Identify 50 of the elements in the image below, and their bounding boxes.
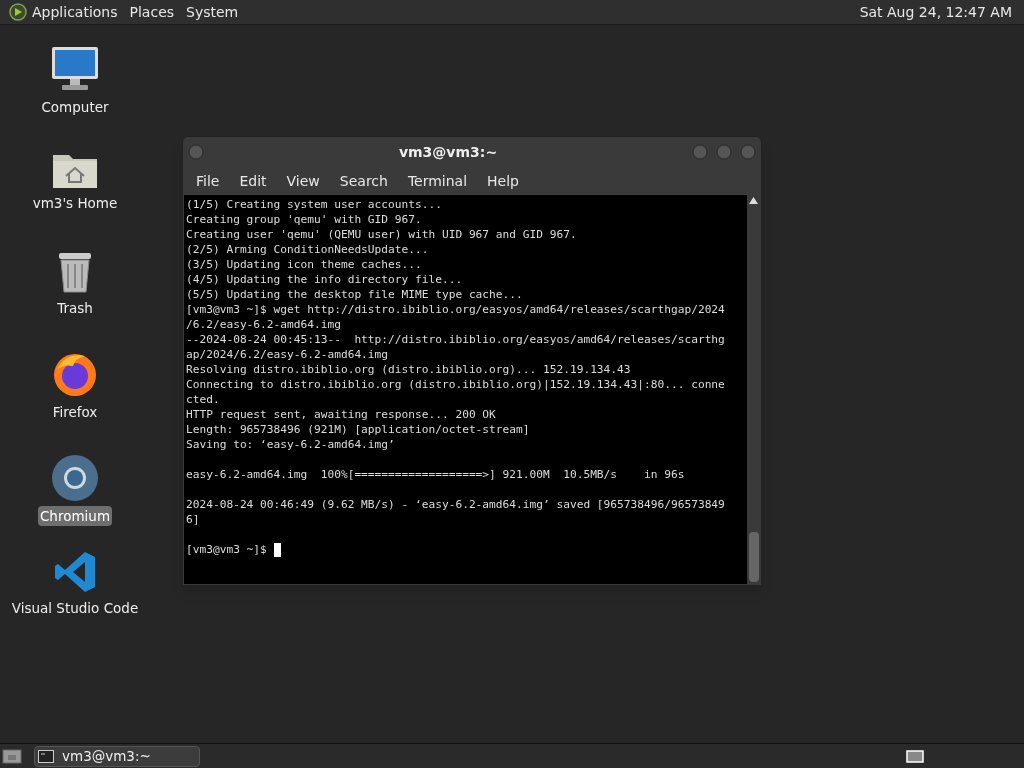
show-desktop-icon[interactable] — [2, 748, 22, 764]
monitor-icon[interactable] — [50, 45, 100, 93]
scroll-thumb[interactable] — [748, 532, 759, 582]
terminal-line: (2/5) Arming ConditionNeedsUpdate... — [186, 242, 430, 257]
menu-item[interactable]: File — [187, 170, 229, 192]
terminal-line: [vm3@vm3 ~]$ wget http://distro.ibiblio.org/easyos/amd64/releases/scarthgap/2024 — [186, 302, 726, 317]
terminal-line: cted. — [186, 392, 221, 407]
menu-item[interactable]: Help — [478, 170, 528, 192]
terminal-line: 6] — [186, 512, 201, 527]
panel-menu[interactable]: Places — [129, 1, 175, 23]
menu-item[interactable]: View — [277, 170, 329, 192]
clock[interactable]: Sat Aug 24, 12:47 AM — [859, 1, 1016, 23]
terminal-icon — [38, 749, 54, 763]
scroll-up-icon[interactable] — [749, 197, 758, 204]
terminal-line: Length: 965738496 (921M) [application/octet-stream] — [186, 422, 531, 437]
terminal-line: 2024-08-24 00:46:49 (9.62 MB/s) - ‘easy-6.2-amd64.img’ saved [965738496/96573849 — [186, 497, 726, 512]
terminal-line: (5/5) Updating the desktop file MIME type cache... — [186, 287, 524, 302]
terminal-line: Resolving distro.ibiblio.org (distro.ibiblio.org)... 152.19.134.43 — [186, 362, 632, 377]
window-title: vm3@vm3:~ — [398, 142, 498, 162]
menu-item[interactable]: Terminal — [398, 170, 477, 192]
terminal-prompt: [vm3@vm3 ~]$ — [186, 542, 267, 557]
menu-item[interactable]: Search — [330, 170, 397, 192]
vscode-icon[interactable] — [53, 550, 97, 595]
scrollbar[interactable] — [747, 195, 760, 584]
terminal-line: Creating user 'qemu' (QEMU user) with UID 967 and GID 967. — [186, 227, 578, 242]
terminal-line: Creating group 'qemu' with GID 967. — [186, 212, 423, 227]
terminal-line: --2024-08-24 00:45:13-- http://distro.ibiblio.org/easyos/amd64/releases/scarthg — [186, 332, 726, 347]
desktop-icon-label[interactable]: Firefox — [50, 401, 100, 422]
terminal-line: (1/5) Creating system user accounts... — [186, 197, 443, 212]
terminal-line: HTTP request sent, awaiting response... 200 OK — [186, 407, 497, 422]
desktop-icon-label[interactable]: Trash — [55, 297, 95, 318]
terminal-line: ap/2024/6.2/easy-6.2-amd64.img — [186, 347, 390, 362]
panel-menu[interactable]: System — [186, 1, 239, 23]
text-cursor — [273, 542, 281, 557]
panel-menu[interactable]: Applications — [32, 1, 118, 23]
menu-item[interactable]: Edit — [230, 170, 276, 192]
terminal-line: (3/5) Updating icon theme caches... — [186, 257, 423, 272]
desktop-icon-label[interactable]: vm3's Home — [30, 193, 120, 214]
terminal-line: Connecting to distro.ibiblio.org (distro.ibiblio.org)|152.19.134.43|:80... conne — [186, 377, 726, 392]
terminal-line: easy-6.2-amd64.img 100%[===================>] 921.00M 10.5MB/s in 96s — [186, 467, 686, 482]
taskbar-button[interactable]: vm3@vm3:~ — [34, 745, 200, 767]
desktop-icon-label[interactable]: Visual Studio Code — [9, 598, 141, 619]
logo-icon[interactable] — [8, 2, 28, 22]
terminal-line: /6.2/easy-6.2-amd64.img — [186, 317, 342, 332]
chromium-icon[interactable] — [51, 454, 99, 502]
workspace-icon[interactable] — [906, 749, 924, 763]
desktop-icon-label[interactable]: Computer — [39, 97, 111, 118]
desktop-icon-label[interactable]: Chromium — [37, 506, 113, 527]
terminal-line: (4/5) Updating the info directory file... — [186, 272, 464, 287]
terminal-line: Saving to: ‘easy-6.2-amd64.img’ — [186, 437, 396, 452]
